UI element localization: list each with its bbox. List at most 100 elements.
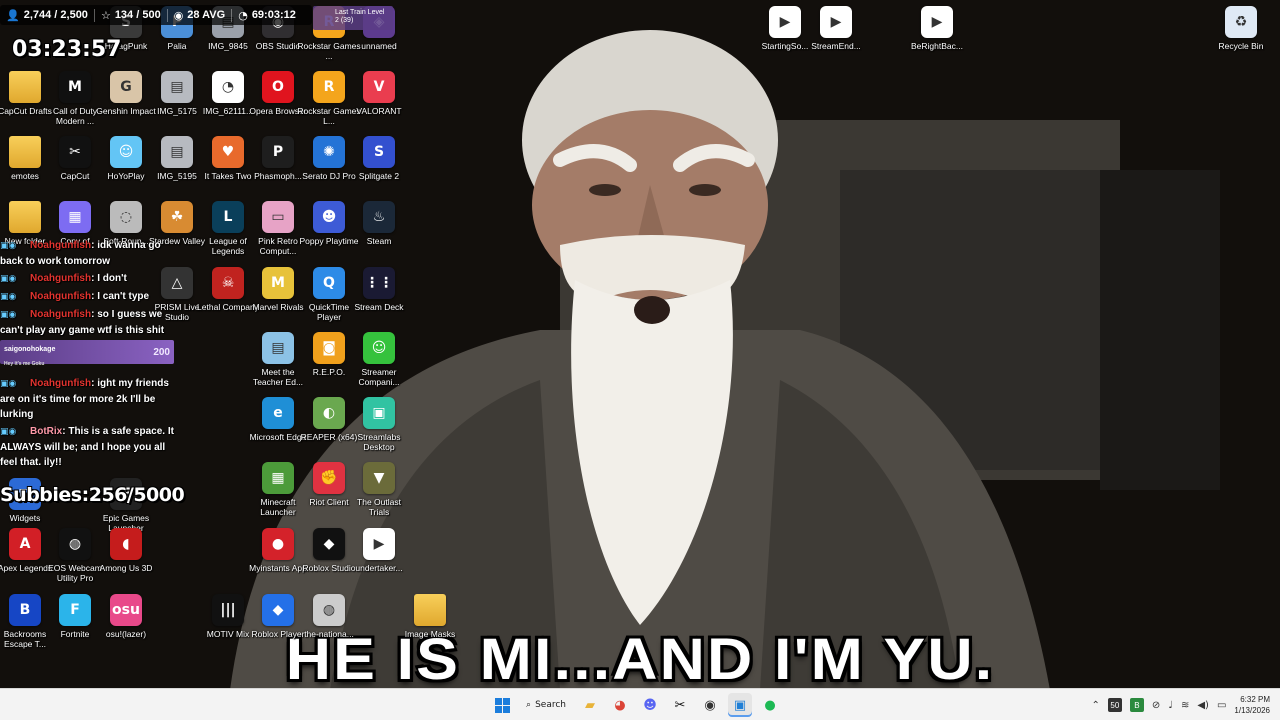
desktop-icon[interactable]: ☺ Streamer Compani... — [347, 332, 411, 387]
app-icon: ☠ — [212, 267, 244, 299]
desktop-icon[interactable]: ▣ Streamlabs Desktop — [347, 397, 411, 452]
desktop-icon-label: Streamer Compani... — [358, 367, 400, 387]
app-icon: ▦ — [262, 462, 294, 494]
chat-message: ▣◉ BotRix: This is a safe space. It ALWAY… — [0, 424, 178, 470]
chat-username: Noahgunfish — [30, 240, 92, 251]
chat-username: Noahgunfish — [30, 378, 92, 389]
folder-icon — [9, 136, 41, 168]
redeem-user: saigonohokage — [4, 346, 56, 353]
wifi-icon[interactable]: ≋ — [1181, 700, 1189, 711]
desktop-icon[interactable]: ♻ Recycle Bin — [1209, 6, 1273, 51]
desktop-icon[interactable]: ▶ undertaker... — [347, 528, 411, 573]
followers-stat: 👤 2,744 / 2,500 — [0, 8, 95, 22]
taskbar-apps: ⌕ Search ▰ ◕ ☻ ✂ ◉ ▣ ● — [490, 692, 782, 718]
tray-counter-icon[interactable]: 50 — [1107, 698, 1122, 712]
app-icon: ▣ — [363, 397, 395, 429]
followers-value: 2,744 / 2,500 — [23, 9, 88, 21]
app-icon: ◌ — [110, 201, 142, 233]
volume-icon[interactable]: ◀) — [1197, 700, 1209, 711]
person-icon: 👤 — [6, 8, 20, 22]
chat-text: : I can't type — [91, 291, 150, 302]
obs-button[interactable]: ◉ — [698, 693, 722, 717]
spotify-button[interactable]: ● — [758, 693, 782, 717]
tray-app-icon[interactable]: B — [1129, 698, 1144, 712]
chat-username: Noahgunfish — [30, 291, 92, 302]
app-icon: S — [363, 136, 395, 168]
app-icon: Q — [313, 267, 345, 299]
desktop-icon[interactable]: osu osu!(lazer) — [94, 594, 158, 639]
desktop-icon-label: Image Masks — [404, 629, 456, 639]
app-icon: ▶ — [363, 528, 395, 560]
desktop-icon[interactable]: ▼ The Outlast Trials — [347, 462, 411, 517]
desktop-icon[interactable]: Image Masks — [398, 594, 462, 639]
chat-badge-icon: ▣◉ — [0, 292, 17, 302]
chat-message: ▣◉ Noahgunfish: I don't — [0, 271, 178, 287]
desktop-icon[interactable]: ♨ Steam — [347, 201, 411, 246]
clock-date: 1/13/2026 — [1234, 706, 1270, 715]
desktop-icon[interactable]: ◍ the-nationa... — [297, 594, 361, 639]
desktop-icon-label: Streamlabs Desktop — [357, 432, 401, 452]
desktop-icon[interactable]: Last Train Level 2 (39) — [313, 6, 393, 30]
microphone-icon[interactable]: ♩ — [1168, 700, 1173, 711]
clock-icon: ◔ — [238, 8, 248, 22]
folder-icon — [414, 594, 446, 626]
app-icon: ◔ — [212, 71, 244, 103]
app-icon: osu — [110, 594, 142, 626]
desktop-icon-label: the-nationa... — [304, 629, 354, 639]
app-icon: ▤ — [161, 71, 193, 103]
chat-username: BotRix — [30, 426, 63, 437]
search-icon: ⌕ — [526, 700, 532, 710]
app-icon: ◖ — [110, 528, 142, 560]
chat-username: Noahgunfish — [30, 273, 92, 284]
app-icon: ☺ — [110, 136, 142, 168]
app-icon: ◆ — [313, 528, 345, 560]
app-icon: A — [9, 528, 41, 560]
redeem-cost: 200 — [153, 347, 170, 358]
desktop-icon[interactable]: S Splitgate 2 — [347, 136, 411, 181]
app-icon: ▼ — [363, 462, 395, 494]
app-icon: ||| — [212, 594, 244, 626]
file-explorer-button[interactable]: ▰ — [578, 693, 602, 717]
app-icon: ◆ — [262, 594, 294, 626]
app-icon: ◙ — [313, 332, 345, 364]
app-icon: ▤ — [262, 332, 294, 364]
desktop-icon-label: Splitgate 2 — [358, 171, 400, 181]
windows-logo-icon — [494, 697, 510, 713]
app-icon: ♥ — [212, 136, 244, 168]
spotify-icon: ● — [764, 697, 776, 713]
chevron-up-icon[interactable]: ⌃ — [1091, 700, 1099, 711]
app-icon: ✺ — [313, 136, 345, 168]
desktop-icon[interactable]: ▶ BeRightBac... — [905, 6, 969, 51]
app-icon: O — [262, 71, 294, 103]
streamlabs-button[interactable]: ▣ — [728, 693, 752, 717]
desktop-icon-label: Steam — [366, 236, 392, 246]
chat-text: : I don't — [91, 273, 127, 284]
chrome-button[interactable]: ◕ — [608, 693, 632, 717]
eye-off-icon[interactable]: ⊘ — [1152, 700, 1160, 711]
desktop-icon-label: osu!(lazer) — [105, 629, 147, 639]
system-tray: ⌃ 50 B ⊘ ♩ ≋ ◀) ▭ 6:32 PM 1/13/2026 — [1091, 692, 1270, 718]
desktop-icon[interactable]: ▶ StreamEnd... — [804, 6, 868, 51]
start-button[interactable] — [490, 693, 514, 717]
desktop-icon-label: unnamed — [361, 41, 397, 51]
wallpaper-caption: HE IS MI...AND I'M YU. — [285, 627, 995, 688]
obs-icon: ◉ — [704, 697, 716, 713]
chat-username: Noahgunfish — [30, 309, 92, 320]
folder-icon — [9, 71, 41, 103]
app-icon: B — [9, 594, 41, 626]
app-icon: ● — [262, 528, 294, 560]
search-button[interactable]: ⌕ Search — [520, 694, 572, 716]
capcut-button[interactable]: ✂ — [668, 693, 692, 717]
channel-point-redeem: saigonohokage Hey it's me Goku 200 — [0, 340, 174, 367]
app-icon: ✊ — [313, 462, 345, 494]
desktop-icon[interactable]: ⋮⋮ Stream Deck — [347, 267, 411, 312]
folder-icon — [9, 201, 41, 233]
desktop-icon[interactable]: V VALORANT — [347, 71, 411, 116]
eye-icon: ◉ — [173, 8, 184, 22]
stream-stats-bar: 👤 2,744 / 2,500 ☆ 134 / 500 ◉ 28 AVG ◔ 6… — [0, 5, 312, 25]
taskbar-clock[interactable]: 6:32 PM 1/13/2026 — [1234, 694, 1270, 716]
desktop-icon-label: BeRightBac... — [911, 41, 963, 51]
discord-button[interactable]: ☻ — [638, 693, 662, 717]
desktop-icon[interactable]: ◖ Among Us 3D — [94, 528, 158, 573]
battery-icon[interactable]: ▭ — [1217, 700, 1226, 711]
